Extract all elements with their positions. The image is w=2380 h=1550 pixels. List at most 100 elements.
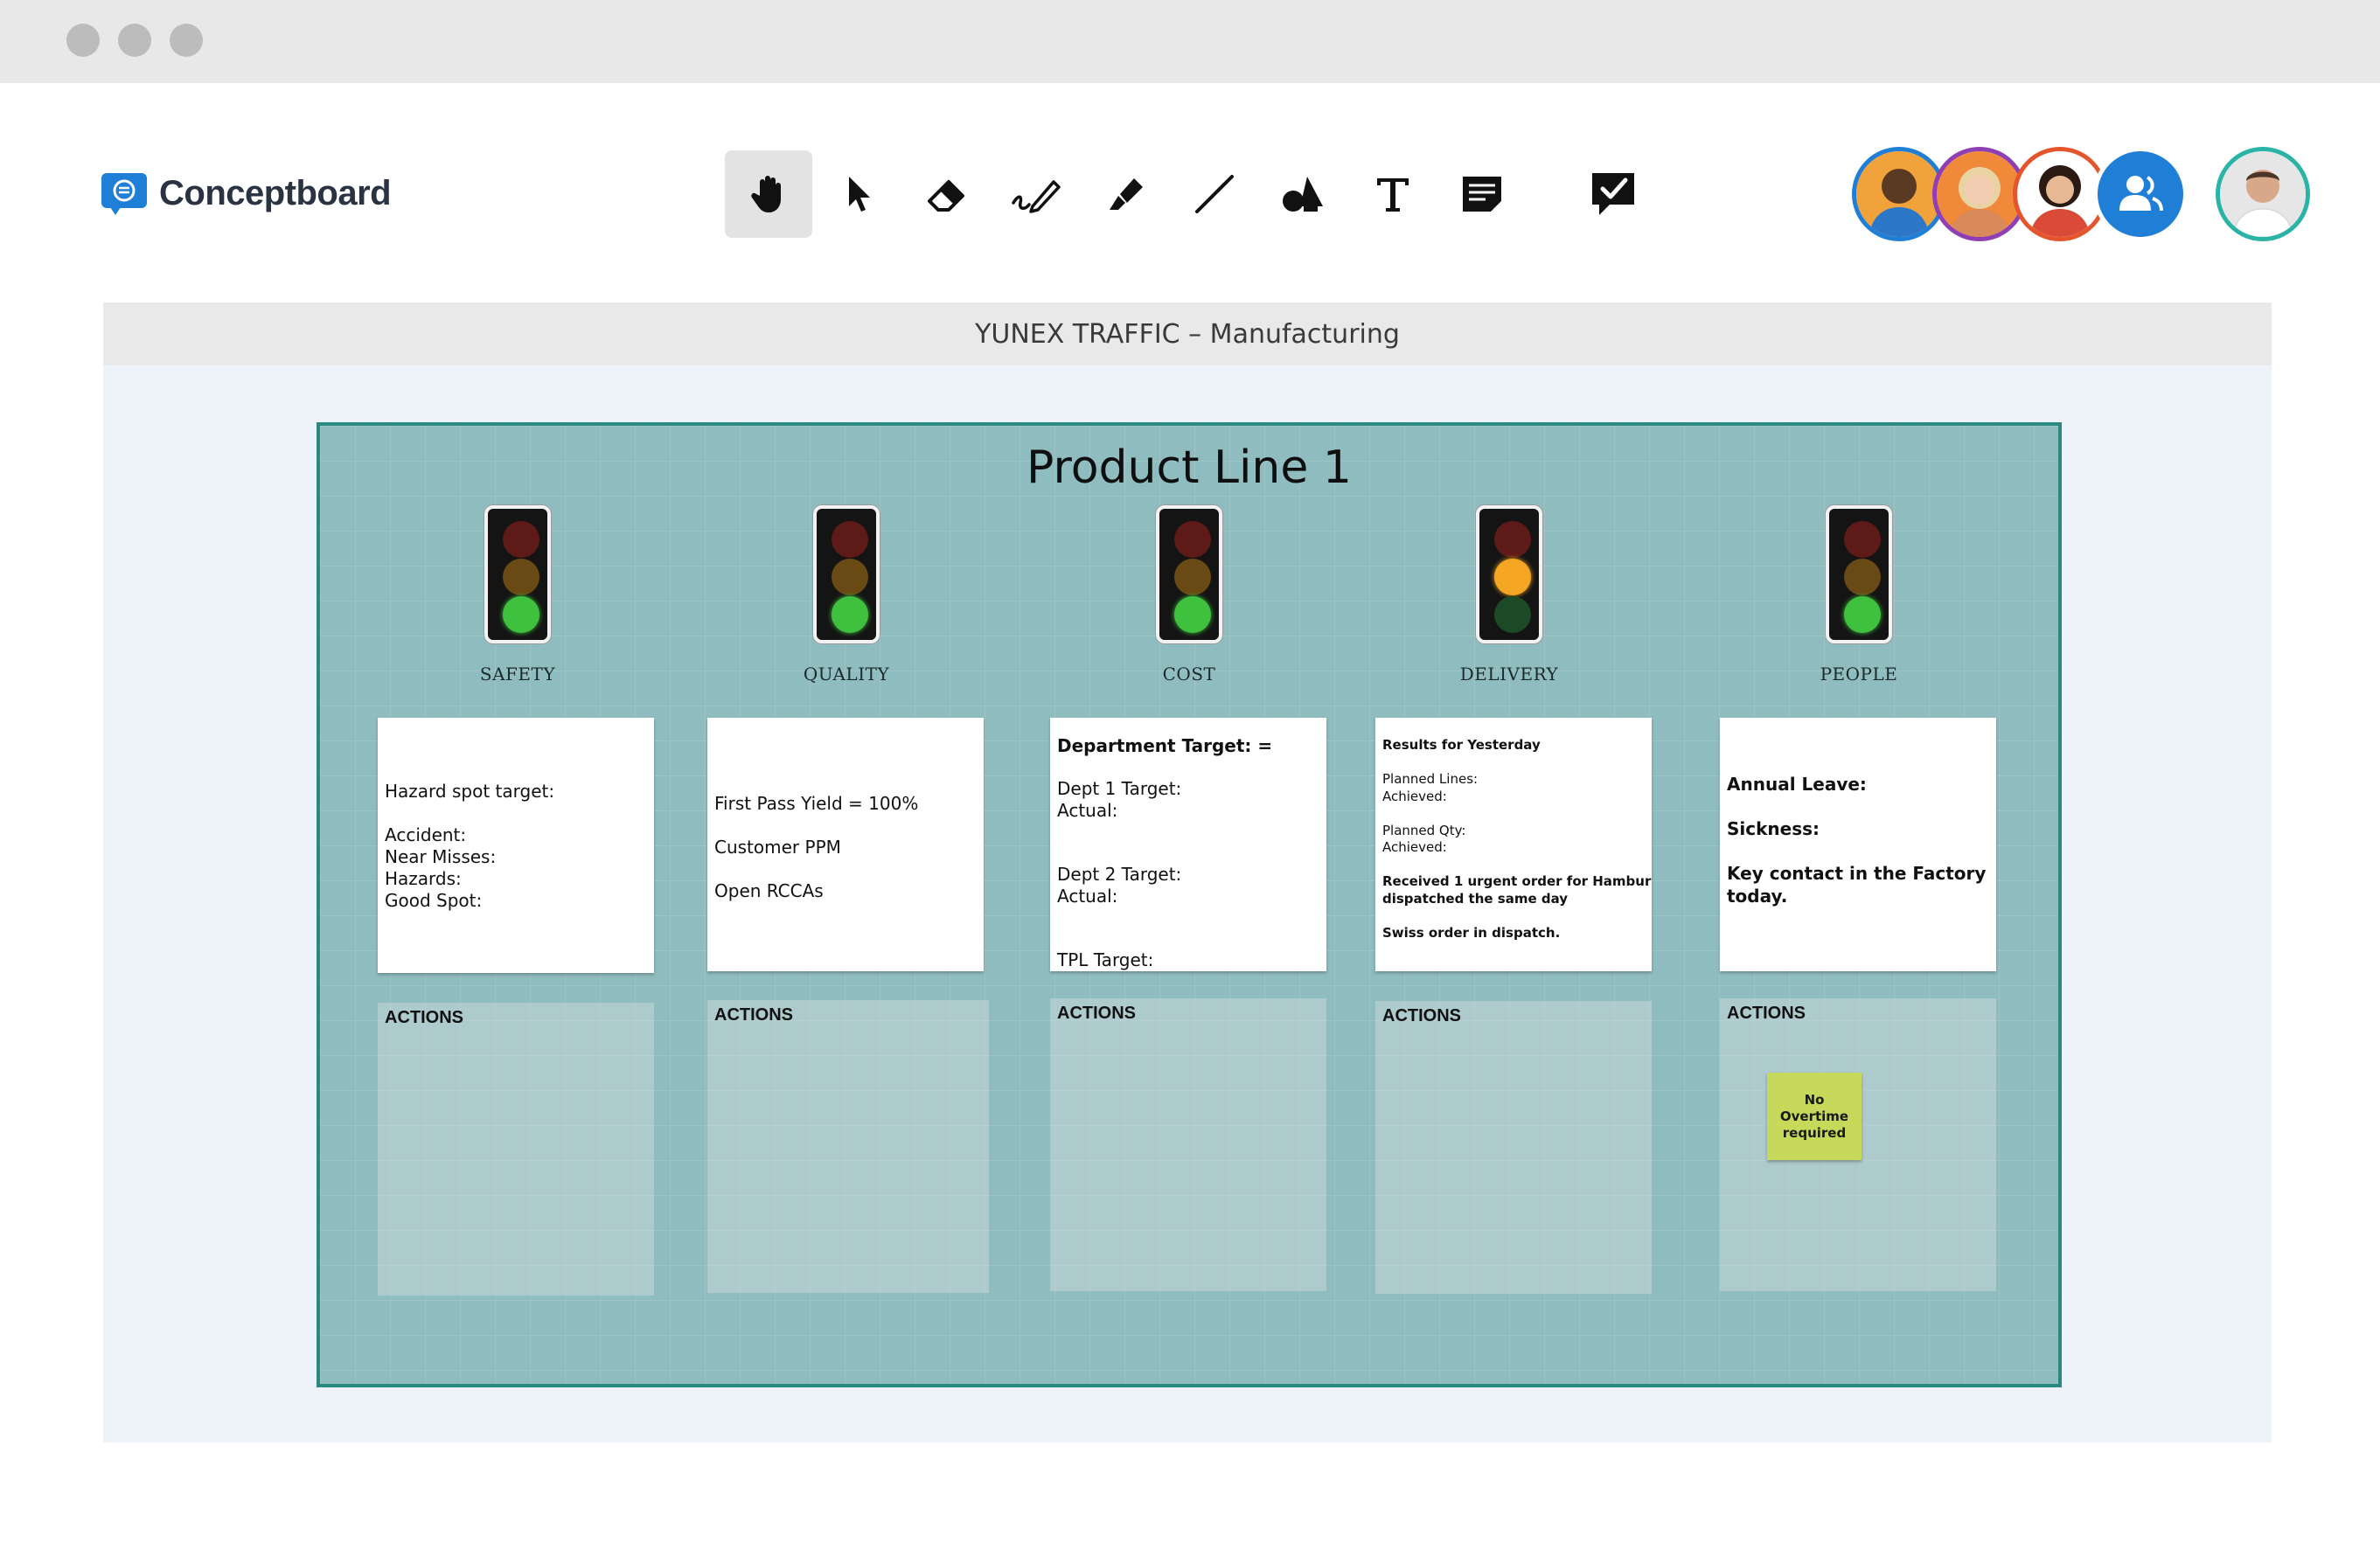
highlighter-tool-button[interactable] <box>1082 150 1169 238</box>
card-text-line: Actual: <box>1057 971 1319 972</box>
card-text-line: Dept 1 Target: <box>1057 778 1182 799</box>
board-title[interactable]: YUNEX TRAFFIC – Manufacturing <box>975 319 1400 350</box>
lamp-green <box>1174 596 1211 633</box>
card-text-line: Customer PPM <box>714 837 841 858</box>
text-tool-button[interactable] <box>1349 150 1437 238</box>
line-tool-button[interactable] <box>1171 150 1258 238</box>
card-text-line: Actual: <box>1057 885 1118 907</box>
card-text-line: today. <box>1727 885 1788 907</box>
kpi-label-safety[interactable]: SAFETY <box>386 664 649 685</box>
lamp-green <box>503 596 539 633</box>
card-text-line <box>1382 754 1645 772</box>
actions-label: ACTIONS <box>385 1008 463 1027</box>
users-icon <box>2119 176 2163 212</box>
actions-area-safety[interactable]: ACTIONS <box>378 1003 654 1296</box>
card-text-line <box>1057 843 1319 865</box>
kpi-card-safety[interactable]: Hazard spot target: Accident: Near Misses… <box>378 718 654 973</box>
conceptboard-logo-icon <box>101 173 147 215</box>
eraser-icon <box>928 180 964 212</box>
card-text-line: Department Target: = <box>1057 735 1273 756</box>
card-text-line: Dept 2 Target: <box>1057 864 1182 885</box>
card-text-line: Key contact in the Factory <box>1727 863 1987 884</box>
lamp-red <box>503 521 539 558</box>
highlighter-icon <box>1110 178 1143 210</box>
kpi-label-people[interactable]: PEOPLE <box>1728 664 1990 685</box>
current-user-avatar[interactable] <box>2216 147 2310 241</box>
card-text-line <box>1057 821 1319 843</box>
kpi-card-quality[interactable]: First Pass Yield = 100% Customer PPM Ope… <box>707 718 984 971</box>
card-text-line: Received 1 urgent order for Hamburg - <box>1382 873 1652 889</box>
window-close-dot[interactable] <box>66 24 100 57</box>
kpi-card-people[interactable]: Annual Leave: Sickness: Key contact in t… <box>1720 718 1996 971</box>
app-logo[interactable]: Conceptboard <box>101 173 392 215</box>
traffic-light-delivery[interactable] <box>1476 505 1542 643</box>
kpi-label-quality[interactable]: QUALITY <box>715 664 978 685</box>
hand-tool-button[interactable] <box>725 150 812 238</box>
card-text-line <box>1382 907 1645 925</box>
sticky-note[interactable]: No Overtime required <box>1767 1073 1862 1160</box>
actions-area-cost[interactable]: ACTIONS <box>1050 998 1326 1291</box>
frame-title[interactable]: Product Line 1 <box>320 441 2058 494</box>
app-name: Conceptboard <box>159 173 392 212</box>
cursor-arrow-icon <box>849 177 870 212</box>
card-text-line <box>1382 805 1645 823</box>
actions-area-quality[interactable]: ACTIONS <box>707 1000 989 1293</box>
sticky-note-tool-button[interactable] <box>1438 150 1526 238</box>
traffic-light-safety[interactable] <box>484 505 551 643</box>
card-text-line <box>714 815 977 837</box>
kpi-card-cost[interactable]: Department Target: = Dept 1 Target: Actua… <box>1050 718 1326 971</box>
card-text-line <box>714 858 977 880</box>
pen-tool-button[interactable] <box>992 150 1080 238</box>
card-text-line: First Pass Yield = 100% <box>714 793 919 814</box>
product-line-frame[interactable]: Product Line 1 SAFETY Hazard spot target:… <box>317 422 2062 1387</box>
board-title-bar: YUNEX TRAFFIC – Manufacturing <box>103 302 2272 365</box>
lamp-yellow <box>832 559 868 595</box>
card-text-line <box>1057 928 1319 950</box>
kpi-card-delivery[interactable]: Results for Yesterday Planned Lines: Achi… <box>1375 718 1652 971</box>
sticky-note-icon <box>1463 177 1501 212</box>
shapes-tool-button[interactable] <box>1260 150 1347 238</box>
card-text-line <box>1057 757 1319 779</box>
actions-label: ACTIONS <box>1727 1004 1806 1023</box>
lamp-red <box>832 521 868 558</box>
share-users-button[interactable] <box>2093 147 2188 241</box>
card-text-line <box>1382 857 1645 874</box>
lamp-yellow <box>1174 559 1211 595</box>
actions-label: ACTIONS <box>1382 1006 1461 1025</box>
lamp-red <box>1844 521 1881 558</box>
lamp-yellow <box>503 559 539 595</box>
lamp-yellow <box>1494 559 1531 595</box>
select-tool-button[interactable] <box>814 150 901 238</box>
traffic-light-cost[interactable] <box>1156 505 1222 643</box>
actions-area-delivery[interactable]: ACTIONS <box>1375 1001 1652 1294</box>
card-text-line: Planned Lines: <box>1382 771 1479 787</box>
card-text-line: Results for Yesterday <box>1382 737 1541 753</box>
traffic-light-people[interactable] <box>1826 505 1892 643</box>
review-checkmark-icon <box>1592 173 1634 215</box>
kpi-label-delivery[interactable]: DELIVERY <box>1378 664 1640 685</box>
browser-window-bar <box>0 0 2380 83</box>
review-tool-button[interactable] <box>1569 150 1657 238</box>
card-text-line: TPL Target: <box>1057 949 1154 970</box>
card-text-line: Planned Qty: <box>1382 822 1466 838</box>
window-minimize-dot[interactable] <box>118 24 151 57</box>
lamp-green <box>1494 596 1531 633</box>
actions-area-people[interactable]: ACTIONS No Overtime required <box>1720 998 1996 1291</box>
card-text-line <box>1727 841 1989 864</box>
card-text-line: dispatched the same day <box>1382 890 1569 907</box>
eraser-tool-button[interactable] <box>903 150 991 238</box>
shapes-icon <box>1283 177 1323 212</box>
traffic-light-quality[interactable] <box>813 505 880 643</box>
window-maximize-dot[interactable] <box>170 24 203 57</box>
card-text-line: Near Misses: <box>385 846 497 867</box>
actions-label: ACTIONS <box>1057 1004 1136 1023</box>
card-text-line: Hazard spot target: <box>385 781 555 802</box>
card-text-line: Swiss order in dispatch. <box>1382 924 1561 941</box>
lamp-red <box>1494 521 1531 558</box>
card-text-line: Actual: <box>1057 799 1118 821</box>
hand-icon <box>751 176 781 212</box>
card-text-line: Accident: <box>385 824 467 845</box>
card-text-line: Hazards: <box>385 868 462 889</box>
kpi-label-cost[interactable]: COST <box>1058 664 1320 685</box>
card-text-line: Achieved: <box>1382 839 1447 855</box>
